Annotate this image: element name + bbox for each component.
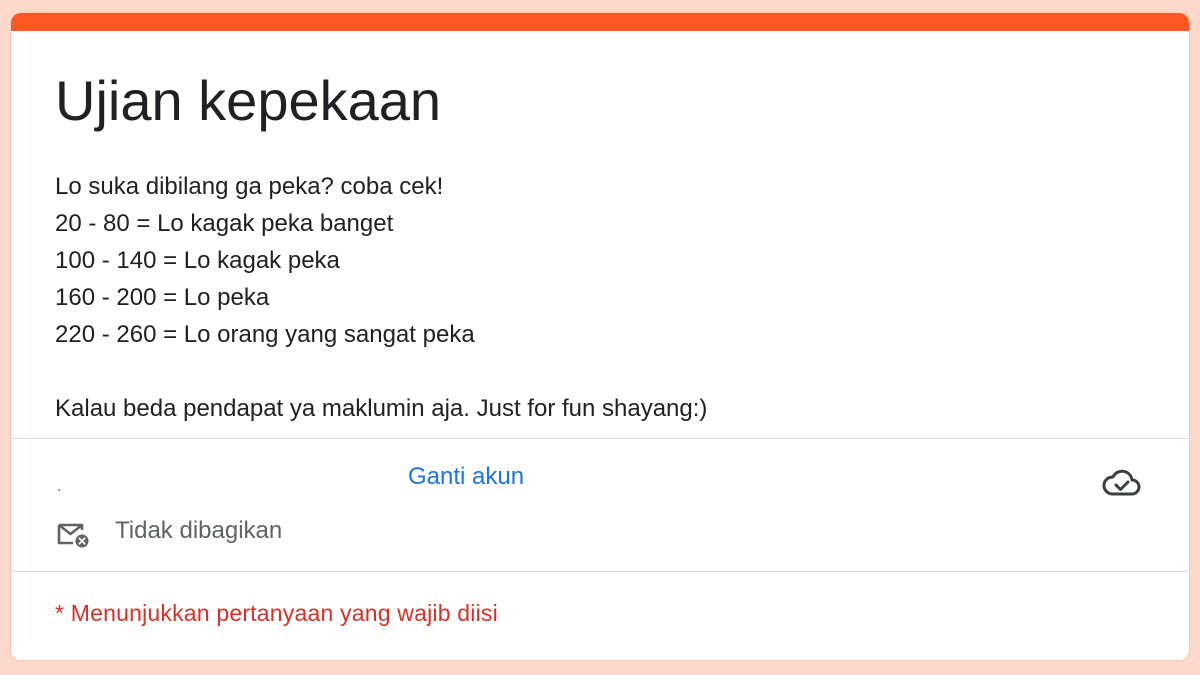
mail-off-icon	[57, 523, 89, 548]
divider	[11, 571, 1189, 572]
description-line: 20 - 80 = Lo kagak peka banget	[55, 210, 394, 237]
switch-account-link[interactable]: Ganti akun	[408, 463, 524, 491]
description-line: 100 - 140 = Lo kagak peka	[55, 247, 340, 274]
description-line	[55, 353, 707, 390]
description-line: Kalau beda pendapat ya maklumin aja. Jus…	[55, 395, 708, 422]
form-header-card: Ujian kepekaan Lo suka dibilang ga peka?…	[11, 13, 1189, 660]
account-email: .	[57, 478, 62, 495]
description-line: 220 - 260 = Lo orang yang sangat peka	[55, 321, 475, 348]
accent-bar	[11, 13, 1189, 31]
description-line: 160 - 200 = Lo peka	[55, 284, 270, 311]
cloud-done-icon[interactable]	[1101, 465, 1143, 501]
description-line: Lo suka dibilang ga peka? coba cek!	[55, 173, 444, 200]
not-shared-label: Tidak dibagikan	[115, 517, 283, 544]
form-title: Ujian kepekaan	[55, 69, 442, 132]
form-description: Lo suka dibilang ga peka? coba cek! 20 -…	[55, 168, 707, 427]
required-note: * Menunjukkan pertanyaan yang wajib diis…	[55, 600, 498, 626]
divider	[11, 438, 1189, 439]
